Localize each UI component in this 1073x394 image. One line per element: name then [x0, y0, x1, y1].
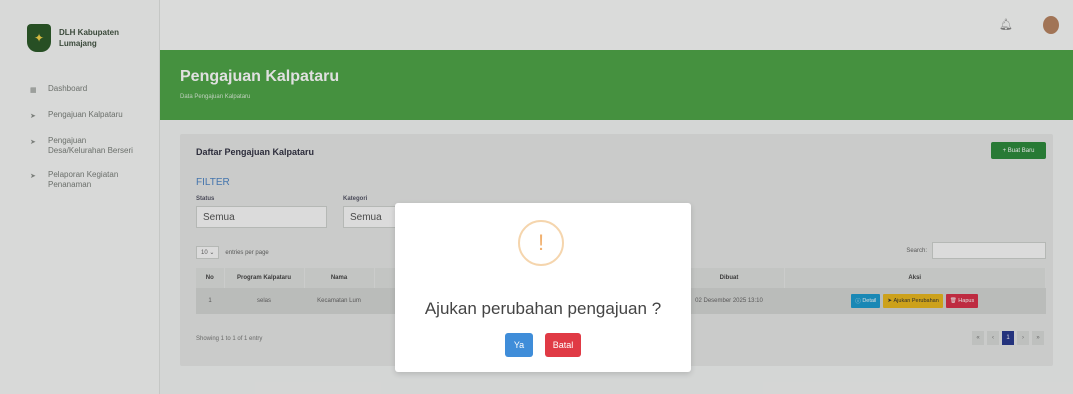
dialog-actions: Ya Batal — [395, 333, 691, 357]
warning-icon: ! — [518, 220, 564, 266]
dialog-message: Ajukan perubahan pengajuan ? — [424, 299, 662, 318]
confirm-yes-button[interactable]: Ya — [505, 333, 533, 357]
confirm-dialog: ! Ajukan perubahan pengajuan ? Ya Batal — [395, 203, 691, 372]
cancel-button[interactable]: Batal — [545, 333, 581, 357]
